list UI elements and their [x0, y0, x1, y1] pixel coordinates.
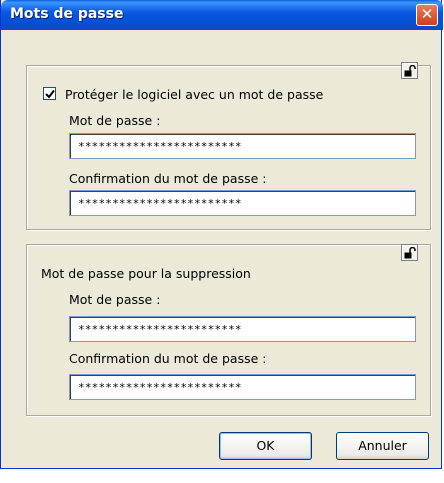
deletion-password-field[interactable]: ************************: [69, 316, 416, 342]
checkmark-icon: [45, 89, 55, 99]
password-field[interactable]: ************************: [69, 133, 416, 159]
unlocked-padlock-icon: [404, 247, 416, 259]
ok-button[interactable]: OK: [219, 432, 312, 460]
protect-software-checkbox[interactable]: [43, 87, 56, 100]
password-dialog: Mots de passe ✕ Protéger le logiciel ave…: [0, 0, 443, 469]
confirm-password-label: Confirmation du mot de passe :: [69, 171, 267, 186]
protect-software-label[interactable]: Protéger le logiciel avec un mot de pass…: [65, 87, 323, 102]
lock-toggle-software[interactable]: [401, 62, 418, 79]
confirm-password-field[interactable]: ************************: [69, 190, 416, 216]
deletion-password-heading: Mot de passe pour la suppression: [41, 266, 251, 281]
deletion-confirm-label: Confirmation du mot de passe :: [69, 351, 267, 366]
title-bar[interactable]: Mots de passe ✕: [1, 0, 443, 30]
cancel-button[interactable]: Annuler: [336, 432, 429, 460]
unlocked-padlock-icon: [404, 65, 416, 77]
password-label: Mot de passe :: [69, 113, 161, 128]
deletion-confirm-field[interactable]: ************************: [69, 374, 416, 400]
close-icon: ✕: [420, 5, 434, 23]
lock-toggle-deletion[interactable]: [401, 244, 418, 261]
deletion-password-label: Mot de passe :: [69, 292, 161, 307]
close-button[interactable]: ✕: [416, 4, 438, 26]
window-title: Mots de passe: [10, 6, 124, 22]
